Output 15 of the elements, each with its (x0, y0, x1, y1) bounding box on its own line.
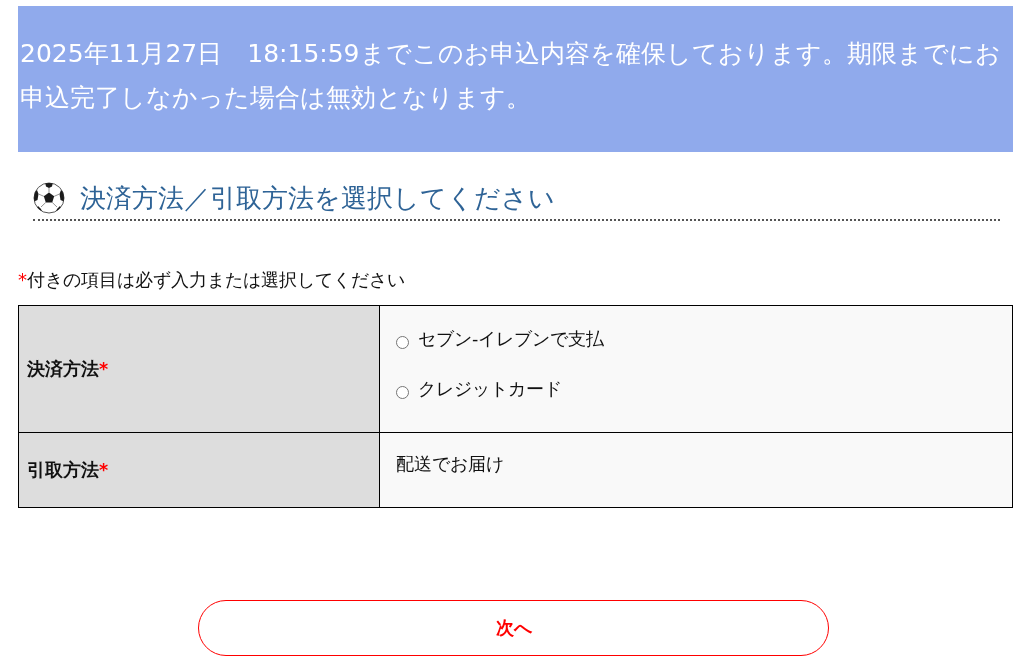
radio-option-label[interactable]: クレジットカード (418, 377, 562, 401)
radio-button[interactable] (396, 335, 409, 349)
section-heading: 決済方法／引取方法を選択してください (80, 181, 555, 215)
radio-button[interactable] (396, 385, 409, 399)
field-value: 配送でお届け (396, 454, 504, 474)
soccer-ball-icon (33, 182, 65, 214)
notice-text: 2025年11月27日 18:15:59までこのお申込内容を確保しております。期限までにお申込完了しなかった場合は無効となります。 (20, 39, 1001, 112)
required-mark: * (99, 460, 109, 480)
field-label: 引取方法 (27, 460, 99, 480)
required-note: 付きの項目は必ず入力または選択してください (27, 269, 405, 290)
field-label: 決済方法 (27, 359, 99, 379)
required-mark: * (18, 269, 27, 290)
radio-option-label[interactable]: セブン-イレブンで支払 (418, 327, 605, 351)
required-mark: * (99, 359, 109, 379)
next-button[interactable]: 次へ (198, 600, 829, 656)
